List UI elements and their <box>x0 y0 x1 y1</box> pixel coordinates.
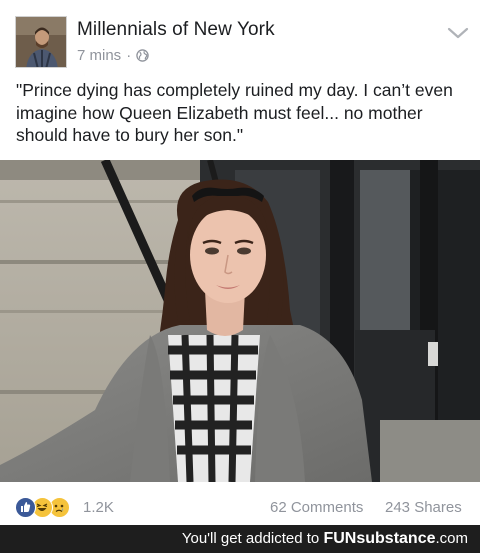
banner-text: You'll get addicted to FUNsubstance.com <box>182 530 468 548</box>
brand-fun: FUN <box>323 530 357 547</box>
post-meta: 7 mins · <box>77 47 149 64</box>
avatar-image <box>16 17 66 67</box>
brand-substance: substance <box>356 530 436 547</box>
reaction-count[interactable]: 1.2K <box>83 499 114 516</box>
like-icon <box>15 497 36 518</box>
funsubstance-banner: You'll get addicted to FUNsubstance.com <box>0 525 480 553</box>
banner-prefix: You'll get addicted to <box>181 530 320 547</box>
meta-separator: · <box>126 47 132 64</box>
chevron-down-icon[interactable] <box>447 26 469 40</box>
photo-image <box>0 160 480 482</box>
page-name[interactable]: Millennials of New York <box>77 19 275 41</box>
comments-count[interactable]: 62 Comments <box>270 499 363 516</box>
reaction-icons[interactable] <box>15 497 70 518</box>
post-header: Millennials of New York 7 mins · <box>0 0 480 70</box>
shares-count[interactable]: 243 Shares <box>385 499 462 516</box>
post-photo[interactable] <box>0 160 480 482</box>
brand-domain: .com <box>435 530 468 547</box>
post-text: "Prince dying has completely ruined my d… <box>16 80 453 145</box>
page-avatar[interactable] <box>15 16 67 68</box>
post-timestamp[interactable]: 7 mins <box>77 47 121 64</box>
globe-icon[interactable] <box>136 49 149 62</box>
